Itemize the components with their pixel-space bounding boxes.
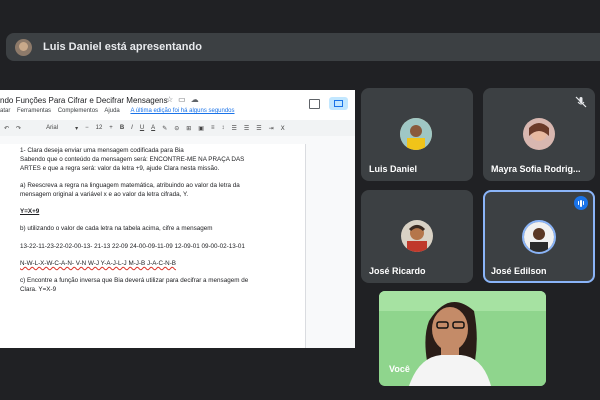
decrease-size-icon: − (85, 125, 89, 131)
numbered-list-icon: ☰ (256, 125, 262, 132)
doc-header: ndo Funções Para Cifrar e Decifrar Mensa… (0, 90, 355, 118)
doc-line-cipher: N-W-L-X-W-C-A-N- V-N W-J Y-A-J-L-J M-J-B… (20, 260, 177, 267)
italic-icon: I (131, 125, 133, 131)
highlight-icon: ✎ (162, 125, 168, 132)
last-edit-link: A última edição foi há alguns segundos (130, 108, 235, 114)
bullet-list-icon: ☰ (243, 125, 250, 132)
participant-tile-jose-ricardo[interactable]: José Ricardo (361, 190, 473, 283)
redo-icon: ↷ (16, 125, 22, 132)
participant-name: Mayra Sofia Rodrig... (491, 164, 581, 174)
present-icon (329, 97, 348, 110)
doc-title: ndo Funções Para Cifrar e Decifrar Mensa… (0, 96, 168, 105)
doc-line: Sabendo que o conteúdo da mensagem será:… (20, 156, 245, 163)
link-icon: ⊝ (174, 125, 180, 132)
align-icon: ≡ (210, 125, 215, 131)
indent-icon: ⇥ (268, 125, 274, 132)
presenting-banner: Luis Daniel está apresentando (6, 33, 600, 61)
font-size: 12 (95, 125, 103, 131)
doc-line: b) utilizando o valor de cada letra na t… (20, 225, 213, 232)
participant-name: José Ricardo (369, 266, 426, 276)
cloud-status-icon: ☁ (190, 95, 204, 104)
undo-icon: ↶ (4, 125, 10, 132)
doc-line: mensagem original a variável x e ao valo… (20, 191, 189, 198)
self-view-tile[interactable]: Você (379, 291, 546, 386)
font-select: Arial (46, 125, 59, 131)
star-icon: ☆ (166, 95, 179, 104)
menu-item-addons: Complementos (57, 108, 99, 114)
clear-format-icon: Ⅹ (280, 125, 285, 132)
doc-line-codes: 13-22-11-23-22-02-00-13- 21-13 22-09 24-… (20, 243, 245, 250)
speaking-indicator-icon (574, 196, 588, 210)
shared-screen: ndo Funções Para Cifrar e Decifrar Mensa… (0, 90, 355, 348)
increase-size-icon: + (109, 125, 113, 131)
presenter-avatar (15, 38, 32, 56)
doc-page: 1- Clara deseja enviar uma mensagem codi… (0, 144, 306, 348)
menu-item-format: atar (0, 108, 11, 114)
participant-tile-luis-daniel[interactable]: Luis Daniel (361, 88, 473, 181)
text-color-icon: A (151, 125, 156, 131)
line-spacing-icon: ↕ (221, 125, 225, 131)
avatar (400, 118, 432, 150)
mic-off-icon (575, 96, 587, 108)
avatar (522, 220, 556, 254)
self-name: Você (389, 364, 410, 374)
doc-line: 1- Clara deseja enviar uma mensagem codi… (20, 147, 184, 154)
doc-line: Clara. Y=X-9 (20, 286, 57, 293)
participant-tile-mayra[interactable]: Mayra Sofia Rodrig... (483, 88, 595, 181)
checklist-icon: ☰ (231, 125, 237, 132)
participant-name: José Edilson (491, 266, 547, 276)
participant-tile-jose-edilson[interactable]: José Edilson (483, 190, 595, 283)
doc-menu-bar: atar Ferramentas Complementos Ajuda A úl… (0, 108, 240, 114)
participant-name: Luis Daniel (369, 164, 418, 174)
doc-line-answer: Y=X+9 (20, 208, 40, 215)
doc-line: a) Reescreva a regra na linguagem matemá… (20, 182, 240, 189)
avatar-photo (524, 222, 554, 252)
doc-toolbar: ↶ ↷ Arial ▾ − 12 + B I U A ✎ ⊝ ⊞ ▣ ≡ ↕ ☰… (0, 120, 355, 136)
presenting-text: Luis Daniel está apresentando (43, 41, 202, 53)
avatar-photo (400, 118, 432, 150)
doc-line: ARTES e que a regra será: valor da letra… (20, 165, 220, 172)
avatar (523, 118, 555, 150)
menu-item-help: Ajuda (104, 108, 120, 114)
comment-add-icon: ⊞ (186, 125, 192, 132)
move-folder-icon: ▭ (178, 95, 191, 104)
avatar (401, 220, 433, 252)
doc-line: c) Encontre a função inversa que Bia dev… (20, 277, 249, 284)
avatar-photo (401, 220, 433, 252)
chevron-down-icon: ▾ (75, 125, 79, 132)
doc-title-icons: ☆▭☁ (166, 95, 204, 104)
image-icon: ▣ (198, 125, 204, 132)
bold-icon: B (119, 125, 125, 131)
menu-item-tools: Ferramentas (17, 108, 52, 114)
avatar-photo (523, 118, 555, 150)
comment-icon (309, 99, 320, 109)
doc-side-panel (306, 144, 355, 348)
underline-icon: U (139, 125, 145, 131)
